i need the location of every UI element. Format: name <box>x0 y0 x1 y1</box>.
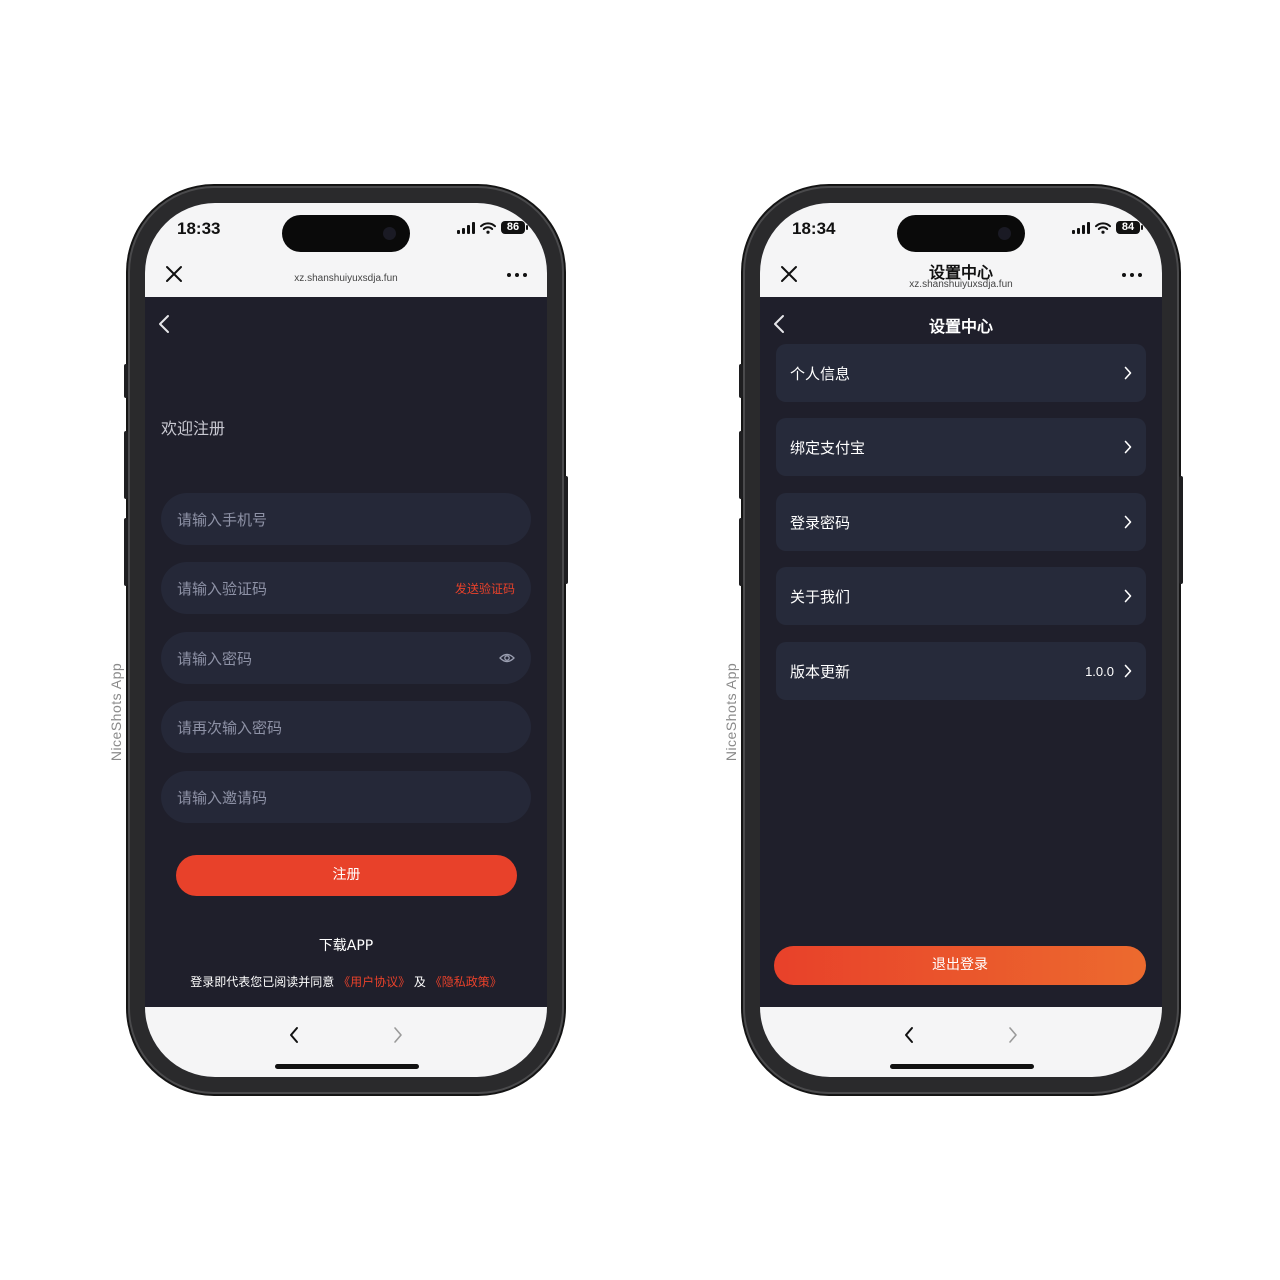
home-indicator[interactable] <box>890 1064 1034 1069</box>
download-app-link[interactable]: 下载APP <box>145 935 547 955</box>
wifi-icon <box>480 221 496 234</box>
menu-item-label: 绑定支付宝 <box>790 438 866 457</box>
menu-item-label: 版本更新 <box>790 662 851 681</box>
chevron-right-icon <box>1124 515 1132 529</box>
eye-icon[interactable] <box>499 652 515 664</box>
invite-code-input[interactable]: 请输入邀请码 <box>161 771 531 823</box>
volume-up-button <box>124 431 128 499</box>
power-button <box>564 476 568 584</box>
agreement-prefix: 登录即代表您已阅读并同意 <box>190 975 335 989</box>
phone-number-placeholder: 请输入手机号 <box>177 510 268 529</box>
password-placeholder: 请输入密码 <box>177 649 253 668</box>
menu-item-label: 个人信息 <box>790 364 851 383</box>
screen-settings: 18:34 84 设置中心 xz.shanshuiyuxsdja.fun 设置中… <box>760 203 1162 1077</box>
user-agreement-link[interactable]: 《用户协议》 <box>338 975 410 989</box>
verification-code-placeholder: 请输入验证码 <box>177 579 268 598</box>
browser-forward-icon[interactable] <box>1007 1025 1019 1045</box>
back-chevron-icon[interactable] <box>157 313 171 335</box>
status-time: 18:33 <box>177 219 221 238</box>
browser-url: xz.shanshuiyuxsdja.fun <box>294 273 398 284</box>
battery-icon: 86 <box>501 221 528 234</box>
menu-item-version-update[interactable]: 版本更新 1.0.0 <box>776 642 1146 700</box>
confirm-password-placeholder: 请再次输入密码 <box>177 718 283 737</box>
register-button[interactable]: 注册 <box>176 855 517 896</box>
action-button <box>124 364 128 398</box>
confirm-password-input[interactable]: 请再次输入密码 <box>161 701 531 753</box>
browser-back-icon[interactable] <box>288 1025 300 1045</box>
status-time: 18:34 <box>792 219 836 238</box>
camera-icon <box>998 227 1011 240</box>
status-icons: 84 <box>1072 221 1143 234</box>
chevron-right-icon <box>1124 589 1132 603</box>
home-indicator[interactable] <box>275 1064 419 1069</box>
welcome-title: 欢迎注册 <box>161 419 226 438</box>
verification-code-input[interactable]: 请输入验证码 发送验证码 <box>161 562 531 614</box>
page-title: 设置中心 <box>928 317 993 336</box>
browser-toolbar <box>760 1007 1162 1077</box>
chevron-right-icon <box>1124 366 1132 380</box>
agreement-text: 登录即代表您已阅读并同意 《用户协议》 及 《隐私政策》 <box>145 973 547 990</box>
chevron-right-icon <box>1124 440 1132 454</box>
agreement-conjunction: 及 <box>413 975 426 989</box>
dynamic-island <box>282 215 410 252</box>
version-value: 1.0.0 <box>1085 663 1114 679</box>
phone-settings: 18:34 84 设置中心 xz.shanshuiyuxsdja.fun 设置中… <box>739 186 1183 1094</box>
power-button <box>1179 476 1183 584</box>
chevron-right-icon <box>1124 664 1132 678</box>
menu-item-about-us[interactable]: 关于我们 <box>776 567 1146 625</box>
cellular-signal-icon <box>1072 221 1090 234</box>
password-input[interactable]: 请输入密码 <box>161 632 531 684</box>
screen-register: 18:33 86 xz.shanshuiyuxsdja.fun 欢迎注册 请输入… <box>145 203 547 1077</box>
battery-icon: 84 <box>1116 221 1143 234</box>
privacy-policy-link[interactable]: 《隐私政策》 <box>430 975 502 989</box>
browser-forward-icon[interactable] <box>392 1025 404 1045</box>
canvas: NiceShots App NiceShots App 18:33 86 xz.… <box>0 0 1280 1280</box>
more-icon[interactable] <box>1122 273 1142 277</box>
menu-item-bind-alipay[interactable]: 绑定支付宝 <box>776 418 1146 476</box>
browser-header: 18:34 84 设置中心 xz.shanshuiyuxsdja.fun <box>760 203 1162 297</box>
logout-button[interactable]: 退出登录 <box>774 946 1146 985</box>
menu-item-label: 登录密码 <box>790 513 851 532</box>
dynamic-island <box>897 215 1025 252</box>
wifi-icon <box>1095 221 1111 234</box>
invite-code-placeholder: 请输入邀请码 <box>177 788 268 807</box>
status-icons: 86 <box>457 221 528 234</box>
browser-toolbar <box>145 1007 547 1077</box>
more-icon[interactable] <box>507 273 527 277</box>
watermark-left: NiceShots App <box>108 662 124 762</box>
cellular-signal-icon <box>457 221 475 234</box>
browser-back-icon[interactable] <box>903 1025 915 1045</box>
menu-item-label: 关于我们 <box>790 587 851 606</box>
volume-down-button <box>739 518 743 586</box>
phone-register: 18:33 86 xz.shanshuiyuxsdja.fun 欢迎注册 请输入… <box>124 186 568 1094</box>
action-button <box>739 364 743 398</box>
volume-up-button <box>739 431 743 499</box>
menu-item-login-password[interactable]: 登录密码 <box>776 493 1146 551</box>
send-code-button[interactable]: 发送验证码 <box>455 580 515 597</box>
browser-url: xz.shanshuiyuxsdja.fun <box>909 279 1013 290</box>
camera-icon <box>383 227 396 240</box>
browser-header: 18:33 86 xz.shanshuiyuxsdja.fun <box>145 203 547 297</box>
watermark-right: NiceShots App <box>723 662 739 762</box>
menu-item-personal-info[interactable]: 个人信息 <box>776 344 1146 402</box>
phone-number-input[interactable]: 请输入手机号 <box>161 493 531 545</box>
volume-down-button <box>124 518 128 586</box>
